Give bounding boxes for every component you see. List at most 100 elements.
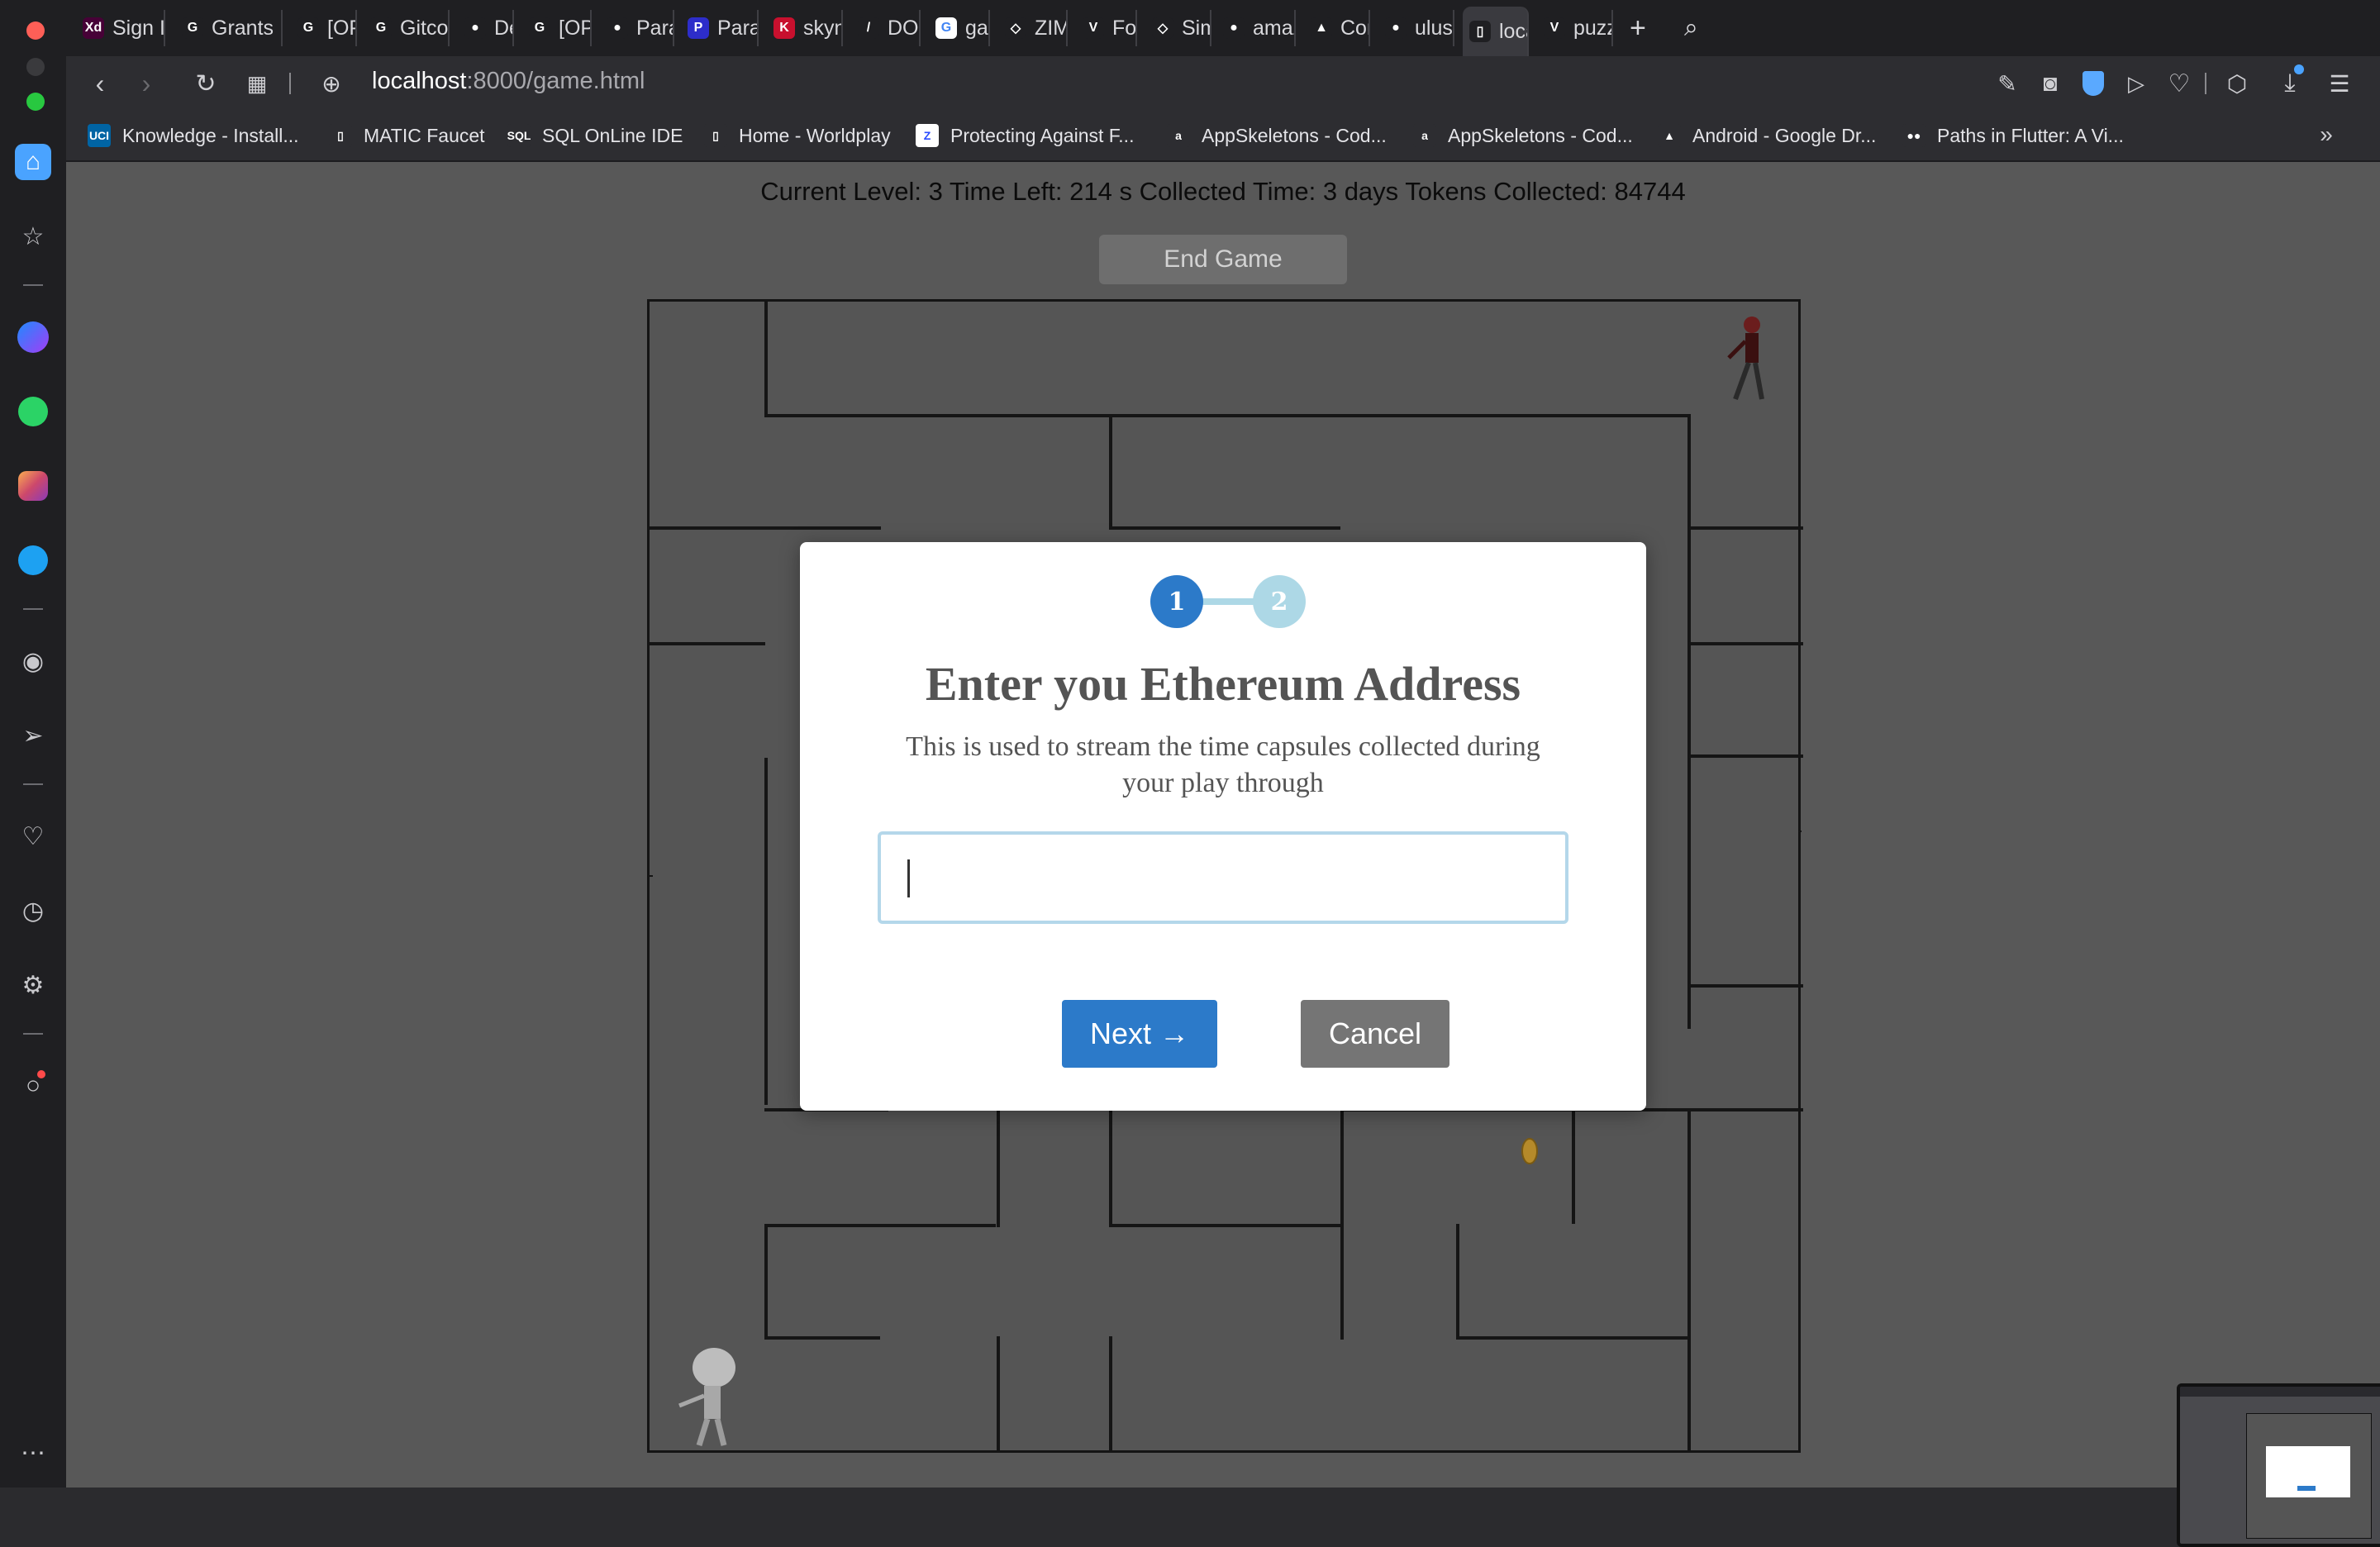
bookmark-5[interactable]: Z Protecting Against F... xyxy=(916,121,1134,150)
send-icon[interactable]: ➢ xyxy=(15,717,51,754)
pip-preview-window[interactable] xyxy=(2177,1383,2380,1547)
tab-label: Config xyxy=(1340,16,1368,40)
step-indicator-1: 1 xyxy=(1150,575,1203,628)
bookmark-label: MATIC Faucet xyxy=(364,124,485,146)
heart-icon[interactable]: ♡ xyxy=(15,818,51,854)
bookmark-label: Knowledge - Install... xyxy=(122,124,299,146)
bookmark-label: AppSkeletons - Cod... xyxy=(1448,124,1633,146)
speed-dial-icon[interactable]: ☆ xyxy=(15,218,51,255)
zoom-window-button[interactable] xyxy=(26,93,45,111)
tab-label: Paras xyxy=(636,16,673,40)
vuetify-icon: V xyxy=(1083,17,1104,39)
gitcoin-icon: G xyxy=(182,17,203,39)
tab-2[interactable]: G Grants xyxy=(175,10,283,46)
messenger-icon[interactable] xyxy=(15,319,51,355)
more-bookmarks-icon[interactable]: » xyxy=(2307,116,2345,154)
twitter-icon[interactable] xyxy=(15,542,51,578)
tab-3[interactable]: G [OPGam xyxy=(291,10,357,46)
bookmark-1[interactable]: UCI Knowledge - Install... xyxy=(88,121,299,150)
send-to-icon[interactable]: ▷ xyxy=(2117,64,2155,102)
tab-16[interactable]: ▲ Config xyxy=(1304,10,1370,46)
tab-11[interactable]: Ggame s xyxy=(929,10,990,46)
uci-icon: UCI xyxy=(88,124,111,147)
docs-icon: / xyxy=(858,17,879,39)
reload-icon[interactable]: ↻ xyxy=(187,64,225,102)
bookmark-label: Home - Worldplay xyxy=(739,124,891,146)
bookmark-2[interactable]: ▯ MATIC Faucet xyxy=(329,121,485,150)
site-info-icon[interactable]: ⊕ xyxy=(312,64,350,102)
tab-6[interactable]: G [OPGam xyxy=(522,10,592,46)
tab-label: Develo xyxy=(494,16,512,40)
tab-15[interactable]: ● amazei xyxy=(1216,10,1296,46)
sql-icon: SQL xyxy=(507,124,531,147)
tab-label: [OPGam xyxy=(559,16,592,40)
more-icon[interactable]: ⋯ xyxy=(15,1435,51,1471)
bookmark-label: Protecting Against F... xyxy=(950,124,1135,146)
download-icon[interactable]: ⤓ xyxy=(2271,64,2309,102)
tab-17[interactable]: ● ulusoyo xyxy=(1378,10,1454,46)
game-page: Current Level: 3 Time Left: 214 s Collec… xyxy=(66,162,2380,1547)
tab-10[interactable]: / DOCS xyxy=(851,10,921,46)
text-caret xyxy=(907,859,910,897)
tabs-grid-icon[interactable]: ▦ xyxy=(238,64,276,102)
tab-label: ZIM Cr xyxy=(1035,16,1068,40)
minimize-window-button[interactable] xyxy=(26,58,45,76)
forward-icon[interactable]: › xyxy=(127,64,165,102)
back-icon[interactable]: ‹ xyxy=(81,64,119,102)
xd-icon: Xd xyxy=(83,17,104,39)
bookmark-3[interactable]: SQL SQL OnLine IDE xyxy=(507,121,683,150)
new-tab-icon[interactable]: + xyxy=(1623,10,1664,46)
tab-19[interactable]: Vpuzzle xyxy=(1537,10,1613,46)
browser-sidebar: ⌂ ☆ ◉ ➢ ♡ ◷ ⚙ ○ ⋯ xyxy=(0,0,66,1488)
tab-9[interactable]: Kskynet xyxy=(767,10,843,46)
tab-12[interactable]: ◇ ZIM Cr xyxy=(998,10,1068,46)
favorite-icon[interactable]: ♡ xyxy=(2160,64,2198,102)
edit-icon[interactable]: ✎ xyxy=(1988,64,2026,102)
bookmark-6[interactable]: a AppSkeletons - Cod... xyxy=(1167,121,1387,150)
camera-icon[interactable]: ◙ xyxy=(2031,64,2069,102)
whatsapp-icon[interactable] xyxy=(15,393,51,430)
cancel-button[interactable]: Cancel xyxy=(1301,1000,1449,1068)
bookmark-9[interactable]: ●● Paths in Flutter: A Vi... xyxy=(1902,121,2124,150)
tab-14[interactable]: ◇ Simple xyxy=(1145,10,1211,46)
player-icon[interactable]: ◉ xyxy=(15,643,51,679)
shield-icon[interactable] xyxy=(2074,64,2112,102)
close-window-button[interactable] xyxy=(26,21,45,40)
github-icon: ● xyxy=(1223,17,1245,39)
easy-setup-icon[interactable]: ☰ xyxy=(2320,64,2359,102)
tab-label: Simple xyxy=(1182,16,1210,40)
extensions-cube-icon[interactable]: ⬡ xyxy=(2218,64,2256,102)
amazon-icon: a xyxy=(1167,124,1190,147)
drive-icon: ▲ xyxy=(1658,124,1681,147)
lightbulb-icon[interactable]: ○ xyxy=(15,1068,51,1104)
tab-label: Sign In xyxy=(112,16,165,40)
bookmark-7[interactable]: a AppSkeletons - Cod... xyxy=(1413,121,1633,150)
tab-7[interactable]: ● Paras xyxy=(600,10,674,46)
address-path: :8000/game.html xyxy=(466,68,645,94)
history-icon[interactable]: ◷ xyxy=(15,892,51,929)
instagram-icon[interactable] xyxy=(15,468,51,504)
settings-icon[interactable]: ⚙ xyxy=(15,967,51,1003)
ethereum-address-input[interactable] xyxy=(878,831,1568,924)
z-icon: Z xyxy=(916,124,939,147)
tab-4[interactable]: G Gitcoin xyxy=(364,10,450,46)
tab-1[interactable]: Xd Sign In xyxy=(76,10,165,46)
github-icon: ● xyxy=(607,17,628,39)
bookmark-4[interactable]: ▯ Home - Worldplay xyxy=(704,121,891,150)
tab-8[interactable]: P Paras - xyxy=(681,10,759,46)
address-bar[interactable]: localhost:8000/game.html xyxy=(372,68,645,95)
tab-label: Paras - xyxy=(717,16,757,40)
step-connector xyxy=(1197,598,1259,605)
tab-search-icon[interactable]: ⌕ xyxy=(1678,10,1719,46)
navigation-toolbar: ‹ › ↻ ▦ ⊕ localhost:8000/game.html ✎ ◙ ▷… xyxy=(66,56,2380,111)
tab-label: [OPGam xyxy=(327,16,355,40)
tab-label: DOCS xyxy=(888,16,919,40)
tab-label: amazei xyxy=(1253,16,1294,40)
tab-18[interactable]: ▯ localho xyxy=(1463,7,1529,56)
home-icon[interactable]: ⌂ xyxy=(15,144,51,180)
tab-13[interactable]: V Form c xyxy=(1076,10,1137,46)
tab-5[interactable]: ● Develo xyxy=(458,10,514,46)
next-button[interactable]: Next → xyxy=(1062,1000,1217,1068)
vue-icon: V xyxy=(1544,17,1565,39)
bookmark-8[interactable]: ▲ Android - Google Dr... xyxy=(1658,121,1876,150)
